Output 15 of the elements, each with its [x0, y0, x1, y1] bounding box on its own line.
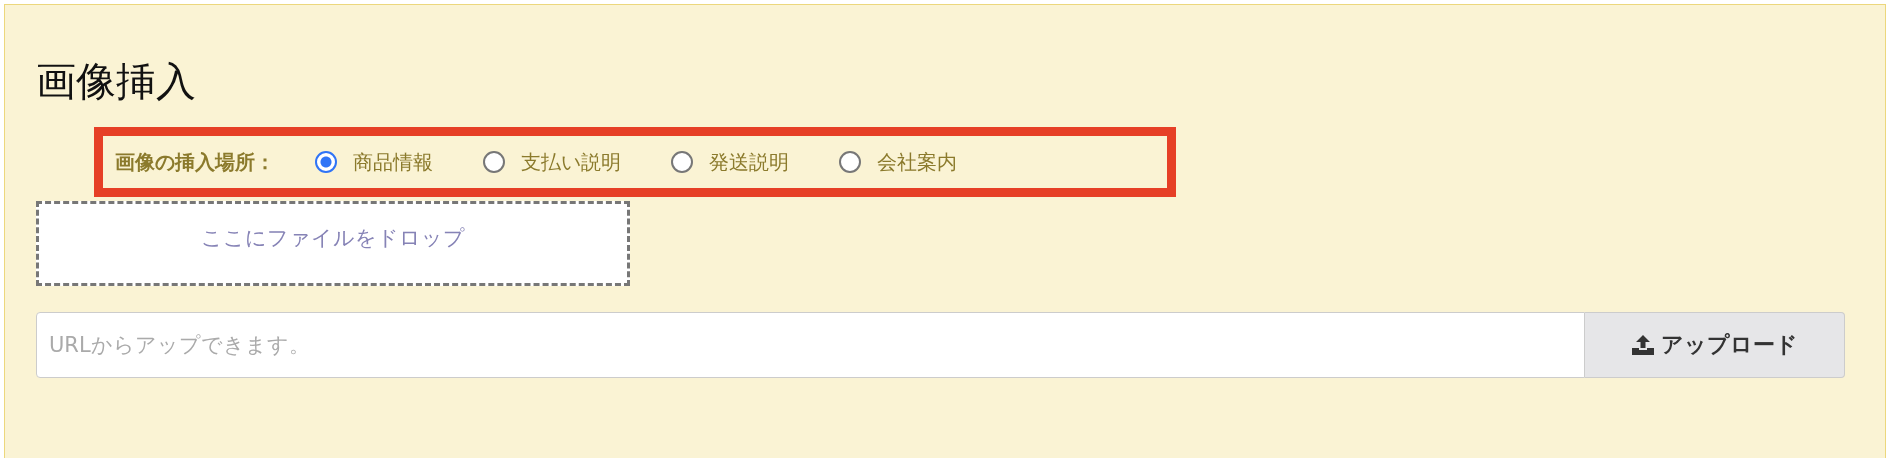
upload-button[interactable]: アップロード: [1585, 312, 1845, 378]
upload-icon: [1631, 334, 1655, 356]
radio-button[interactable]: [671, 151, 693, 173]
drop-zone[interactable]: ここにファイルをドロップ: [36, 201, 630, 286]
radio-option[interactable]: 発送説明: [671, 148, 789, 176]
section-title: 画像挿入: [36, 57, 197, 106]
radio-button[interactable]: [839, 151, 861, 173]
placement-label: 画像の挿入場所：: [115, 148, 275, 176]
radio-option[interactable]: 会社案内: [839, 148, 957, 176]
url-field[interactable]: URLからアップできます。: [36, 312, 1585, 378]
radio-button[interactable]: [483, 151, 505, 173]
radio-option[interactable]: 商品情報: [315, 148, 433, 176]
drop-zone-text: ここにファイルをドロップ: [201, 225, 465, 252]
radio-button[interactable]: [315, 151, 337, 173]
radio-option[interactable]: 支払い説明: [483, 148, 621, 176]
